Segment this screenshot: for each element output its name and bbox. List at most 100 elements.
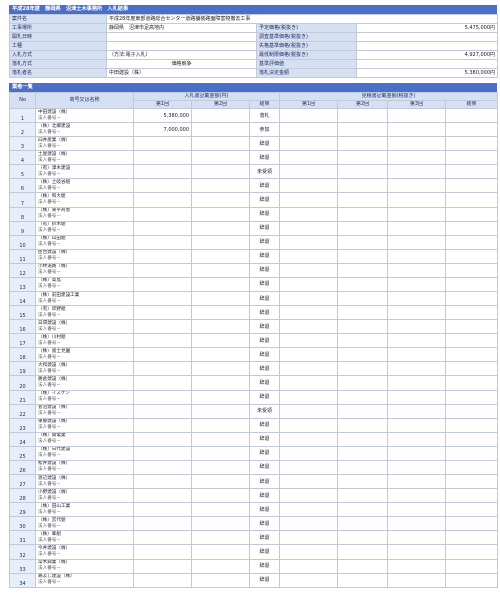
est-round1 [279, 403, 339, 419]
est-round3 [387, 262, 447, 278]
bidder-name-cell: 小林道路（株） 法人番号－ [35, 262, 134, 278]
bidder-name-cell: （株）川村組 法人番号－ [35, 333, 134, 349]
est-round3 [387, 150, 447, 166]
est-result [445, 178, 499, 194]
bidder-no: 4 [9, 150, 36, 166]
bidder-no: 25 [9, 445, 36, 461]
bid-result: 辞退 [248, 558, 281, 574]
bid-result: 辞退 [248, 417, 281, 433]
corporate-number-label: 法人番号－ [38, 523, 61, 529]
info-row: 落札方式 価格競争 基準評価値 [9, 59, 499, 69]
est-round1 [279, 178, 339, 194]
bid-round1: 5,380,000 [133, 107, 192, 124]
corporate-number-label: 法人番号－ [38, 551, 61, 557]
bidder-name: （株）川村組 [38, 334, 66, 340]
corporate-number-label: 法人番号－ [38, 200, 61, 205]
est-result [445, 164, 499, 180]
bid-round2 [191, 502, 250, 518]
bidder-name-cell: （株）関電業 法人番号－ [35, 431, 134, 447]
bidder-row: 24 （株）関電業 法人番号－ 辞退 [9, 431, 499, 447]
est-result [445, 375, 499, 391]
bid-round2 [191, 459, 250, 476]
bid-round1 [133, 192, 192, 208]
est-round3 [387, 164, 447, 180]
bidder-name: 大和建設（株） [38, 362, 71, 368]
est-round3 [387, 319, 447, 335]
info-row: 入札方式 （方法:電子入札） 最低制限価格(税抜き) 4,927,000円 [9, 50, 499, 60]
bidder-no: 3 [9, 136, 36, 152]
corporate-number-label: 法人番号－ [38, 214, 61, 220]
col-price-round2: 第2回 [191, 100, 250, 109]
bid-result: 未受領 [248, 164, 281, 180]
bid-round2 [191, 276, 250, 293]
info-label: 案件名 [9, 14, 107, 24]
est-round1 [279, 417, 339, 433]
est-round1 [279, 291, 339, 307]
info-label: 入札方式 [9, 50, 107, 60]
bid-result: 辞退 [248, 206, 281, 222]
est-result [445, 206, 499, 222]
corporate-number-label: 法人番号－ [38, 411, 61, 417]
est-round2 [337, 530, 389, 546]
bid-result: 辞退 [248, 375, 281, 391]
est-round1 [279, 262, 339, 278]
est-round3 [387, 459, 447, 476]
bidder-no: 7 [9, 192, 36, 208]
bid-result: 辞退 [248, 530, 281, 546]
bidder-no: 30 [9, 516, 36, 532]
est-result [445, 276, 499, 293]
est-round3 [387, 431, 447, 447]
info-label-2: 調査基準価格(税抜き) [256, 32, 357, 42]
bidder-name-cell: （株）峯組 法人番号－ [35, 530, 134, 546]
bidder-name: 今井建設（株） [38, 545, 71, 551]
est-round2 [337, 276, 389, 293]
est-round1 [279, 459, 339, 476]
corporate-number-label: 法人番号－ [38, 228, 61, 234]
est-result [445, 122, 499, 138]
bid-round1 [133, 375, 192, 391]
bid-result: 辞退 [248, 572, 281, 588]
bidder-name-cell: 日環建設（株） 法人番号－ [35, 319, 134, 335]
bid-round2 [191, 164, 250, 180]
bidder-no: 20 [9, 375, 36, 391]
est-round2 [337, 431, 389, 447]
bid-round1 [133, 347, 192, 363]
bidder-name: （株）富士見園 [38, 348, 71, 354]
est-result [445, 530, 499, 546]
bid-round1 [133, 206, 192, 222]
bid-round2 [191, 417, 250, 433]
bid-round1 [133, 572, 192, 588]
bidder-no: 10 [9, 234, 36, 250]
corporate-number-label: 法人番号－ [38, 115, 61, 121]
bidder-name-cell: （株）前田建設工業 法人番号－ [35, 291, 134, 307]
bidder-name-cell: 臣合建設（株） 法人番号－ [35, 248, 134, 264]
corporate-number-label: 法人番号－ [38, 495, 61, 501]
bid-round1 [133, 262, 192, 278]
info-label-2: 予定価格(税抜き) [256, 23, 357, 33]
est-round3 [387, 558, 447, 574]
bidder-no: 18 [9, 347, 36, 363]
est-result [445, 516, 499, 532]
bidder-row: 26 松井建設（株） 法人番号－ 辞退 [9, 459, 499, 476]
est-round3 [387, 572, 447, 588]
bid-result: 辞退 [248, 488, 281, 504]
est-result [445, 319, 499, 335]
bid-result: 辞退 [248, 333, 281, 349]
bidder-name-cell: （株）イズケン 法人番号－ [35, 389, 134, 405]
bidder-row: 4 土屋建設（株） 法人番号－ 辞退 [9, 150, 499, 166]
est-round3 [387, 544, 447, 560]
bid-result: 辞退 [248, 220, 281, 236]
est-round2 [337, 459, 389, 476]
bidder-no: 15 [9, 305, 36, 321]
bid-result: 参加 [248, 122, 281, 138]
corporate-number-label: 法人番号－ [38, 425, 61, 431]
col-no: No [9, 92, 36, 109]
est-round1 [279, 164, 339, 180]
bidder-name: （有）鈴木組 [38, 222, 66, 228]
bidder-no: 26 [9, 459, 36, 476]
bid-round2 [191, 150, 250, 166]
corporate-number-label: 法人番号－ [38, 537, 61, 543]
est-round1 [279, 347, 339, 363]
est-round2 [337, 516, 389, 532]
est-round3 [387, 516, 447, 532]
